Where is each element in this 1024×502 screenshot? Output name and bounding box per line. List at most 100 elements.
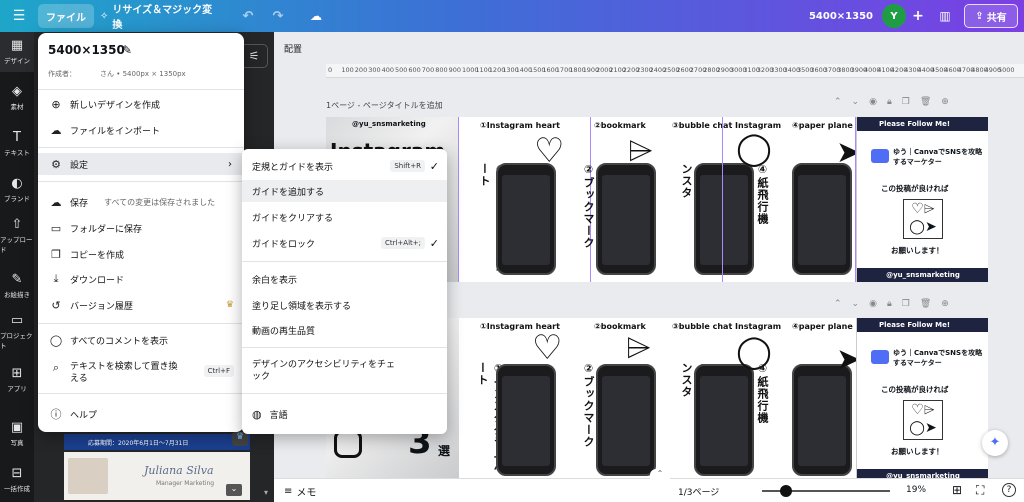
design-title[interactable]: 5400×1350 xyxy=(48,43,125,57)
phone-screen xyxy=(602,376,650,466)
zoom-level[interactable]: 19% xyxy=(906,485,926,495)
file-menu: 5400×1350 ✎ 作成者： さん • 5400px × 1350px ⊕ 新… xyxy=(38,33,244,432)
menu-item-save[interactable]: ☁ 保存 すべての変更は保存されました xyxy=(38,191,244,213)
promo-footer: @yu_sns​marketing xyxy=(857,268,988,282)
chevron-down-icon[interactable]: ⌄ xyxy=(226,484,242,496)
upload-icon: ⇧ xyxy=(11,217,23,232)
promo-footer: @yu_sns​marketing xyxy=(857,469,988,478)
page-title[interactable]: 1ページ - ページタイトルを追加 xyxy=(326,100,443,111)
lock-icon[interactable]: 🔒︎ xyxy=(887,299,902,309)
menu-item-version-history[interactable]: ↺ バージョン履歴 ♛ xyxy=(38,294,244,316)
zoom-slider[interactable] xyxy=(762,485,890,497)
filter-icon[interactable]: ⚟ xyxy=(240,44,268,68)
duplicate-icon[interactable]: ❐ xyxy=(902,97,920,107)
avatar[interactable]: Y xyxy=(882,4,906,28)
menu-item-find-replace[interactable]: ⌕ テキストを検索して置き換える Ctrl+F xyxy=(38,357,244,387)
promo-ask-text: お願いします！ xyxy=(891,246,944,255)
scroll-down-icon[interactable]: ▾ xyxy=(264,488,268,497)
insights-icon[interactable]: ▥ xyxy=(934,4,956,28)
eye-icon[interactable]: ◉ xyxy=(869,97,887,107)
sidebar-item-elements[interactable]: ◈ 素材 xyxy=(0,78,34,118)
phone-screen xyxy=(502,376,550,466)
fullscreen-icon[interactable]: ⛶ xyxy=(976,483,984,498)
magic-assistant-icon[interactable]: ✦ xyxy=(982,430,1008,456)
submenu-show-margins[interactable]: 余白を表示 xyxy=(242,268,447,290)
submenu-lock-guides[interactable]: ガイドをロック Ctrl+Alt+; ✓ xyxy=(242,232,447,254)
trash-icon[interactable]: 🗑︎ xyxy=(920,97,941,107)
lock-icon[interactable]: 🔒︎ xyxy=(887,97,902,107)
phone-mockup-1 xyxy=(496,163,556,275)
sidebar-item-apps[interactable]: ⊞ アプリ xyxy=(0,360,34,400)
add-page-icon[interactable]: ⊕ xyxy=(941,299,959,309)
submenu-show-bleed[interactable]: 塗り足し領域を表示する xyxy=(242,294,447,316)
history-icon: ↺ xyxy=(51,298,61,312)
menu-item-settings[interactable]: ⚙ 設定 › xyxy=(38,153,244,175)
sidebar-item-design[interactable]: ▦ デザイン xyxy=(0,32,34,72)
sidebar-item-upload[interactable]: ⇧ アップロード xyxy=(0,216,34,256)
phone-mockup-2 xyxy=(596,163,656,275)
sidebar-item-bulk-create[interactable]: ⊟ 一括作成 xyxy=(0,460,34,500)
sidebar-item-brand[interactable]: ◐ ブランド xyxy=(0,170,34,210)
hamburger-menu-icon[interactable]: ☰ xyxy=(8,4,30,28)
submenu-accessibility-check[interactable]: デザインのアクセシビリティをチェック xyxy=(242,355,447,385)
submenu-video-quality[interactable]: 動画の再生品質 xyxy=(242,319,447,341)
menu-item-import[interactable]: ☁ ファイルをインポート xyxy=(38,119,244,141)
cloud-saved-icon[interactable]: ☁ xyxy=(304,4,328,28)
submenu-add-guide[interactable]: ガイドを追加する xyxy=(242,180,447,202)
chevron-down-icon[interactable]: ⌄ xyxy=(852,299,870,309)
menu-item-save-folder[interactable]: ▭ フォルダーに保存 xyxy=(38,217,244,239)
redo-icon[interactable]: ↷ xyxy=(266,4,290,28)
chevron-down-icon[interactable]: ⌄ xyxy=(852,97,870,107)
expand-pages-icon[interactable]: ⌃ xyxy=(650,469,670,481)
help-icon[interactable]: ? xyxy=(1002,483,1016,497)
chevron-up-icon[interactable]: ⌃ xyxy=(834,299,852,309)
follow-promo-slide: Please Follow Me! ゆう｜CanvaでSNSを攻略するマーケター… xyxy=(856,117,988,282)
menu-item-all-comments[interactable]: ◯ すべてのコメントを表示 xyxy=(38,329,244,351)
profile-icon xyxy=(871,350,889,364)
submenu-show-rulers[interactable]: 定規とガイドを表示 Shift+R ✓ xyxy=(242,155,447,177)
copy-icon: ❐ xyxy=(51,247,61,261)
trash-icon[interactable]: 🗑︎ xyxy=(920,299,941,309)
action-icons-grid: ♡⌲ ◯➤ xyxy=(903,199,943,239)
save-icon: ☁ xyxy=(50,195,62,209)
menu-item-new-design[interactable]: ⊕ 新しいデザインを作成 xyxy=(38,93,244,115)
chevron-up-icon[interactable]: ⌃ xyxy=(834,97,852,107)
duplicate-icon[interactable]: ❐ xyxy=(902,299,920,309)
undo-icon[interactable]: ↶ xyxy=(236,4,260,28)
slide3-title: ③bubble chat Instagram xyxy=(672,322,782,331)
phone-mockup-4 xyxy=(792,364,852,476)
search-icon: ⌕ xyxy=(52,361,60,374)
template-thumbnail[interactable]: Juliana Silva Manager Marketing ⌄ xyxy=(64,452,250,500)
eye-icon[interactable]: ◉ xyxy=(869,299,887,309)
ruler-tick-label: 300 xyxy=(368,66,381,74)
promo-ask-text: お願いします！ xyxy=(891,447,944,456)
sidebar-item-text[interactable]: T テキスト xyxy=(0,124,34,164)
submenu-language[interactable]: ◍ 言語 xyxy=(242,403,447,425)
gear-icon: ⚙ xyxy=(51,157,61,171)
arrange-label[interactable]: 配置 xyxy=(284,42,302,55)
menu-item-help[interactable]: ⓘ ヘルプ xyxy=(38,403,244,425)
share-button[interactable]: ⇪ 共有 xyxy=(964,4,1018,28)
file-menu-button[interactable]: ファイル xyxy=(38,4,94,28)
menu-item-download[interactable]: ⤓ ダウンロード xyxy=(38,268,244,290)
notes-button[interactable]: ≡ メモ xyxy=(284,484,316,499)
resize-button[interactable]: ✧ リサイズ＆マジック変換 xyxy=(100,4,220,31)
help-icon: ⓘ xyxy=(50,408,62,421)
sidebar-item-draw[interactable]: ✎ お絵描き xyxy=(0,266,34,306)
template-photo xyxy=(68,458,108,494)
sidebar-item-projects[interactable]: ▭ プロジェクト xyxy=(0,312,34,352)
left-sidebar: ▦ デザイン ◈ 素材 T テキスト ◐ ブランド ⇧ アップロード ✎ お絵描き ▭ プロジ… xyxy=(0,32,34,502)
zoom-slider-handle[interactable] xyxy=(780,485,793,497)
add-page-icon[interactable]: ⊕ xyxy=(941,97,959,107)
ruler-tick-label: 900 xyxy=(448,66,462,74)
globe-icon: ◍ xyxy=(252,407,262,421)
grid-view-icon[interactable]: ⊞ xyxy=(952,483,962,497)
template-role: Manager Marketing xyxy=(156,480,215,487)
menu-item-make-copy[interactable]: ❐ コピーを作成 xyxy=(38,243,244,265)
sidebar-item-photos[interactable]: ▣ 写真 xyxy=(0,414,34,454)
add-people-icon[interactable]: + xyxy=(908,4,928,28)
heart-icon: ♡ xyxy=(532,328,563,368)
chevron-right-icon: › xyxy=(228,158,232,170)
submenu-clear-guides[interactable]: ガイドをクリアする xyxy=(242,206,447,228)
edit-title-icon[interactable]: ✎ xyxy=(122,43,132,57)
